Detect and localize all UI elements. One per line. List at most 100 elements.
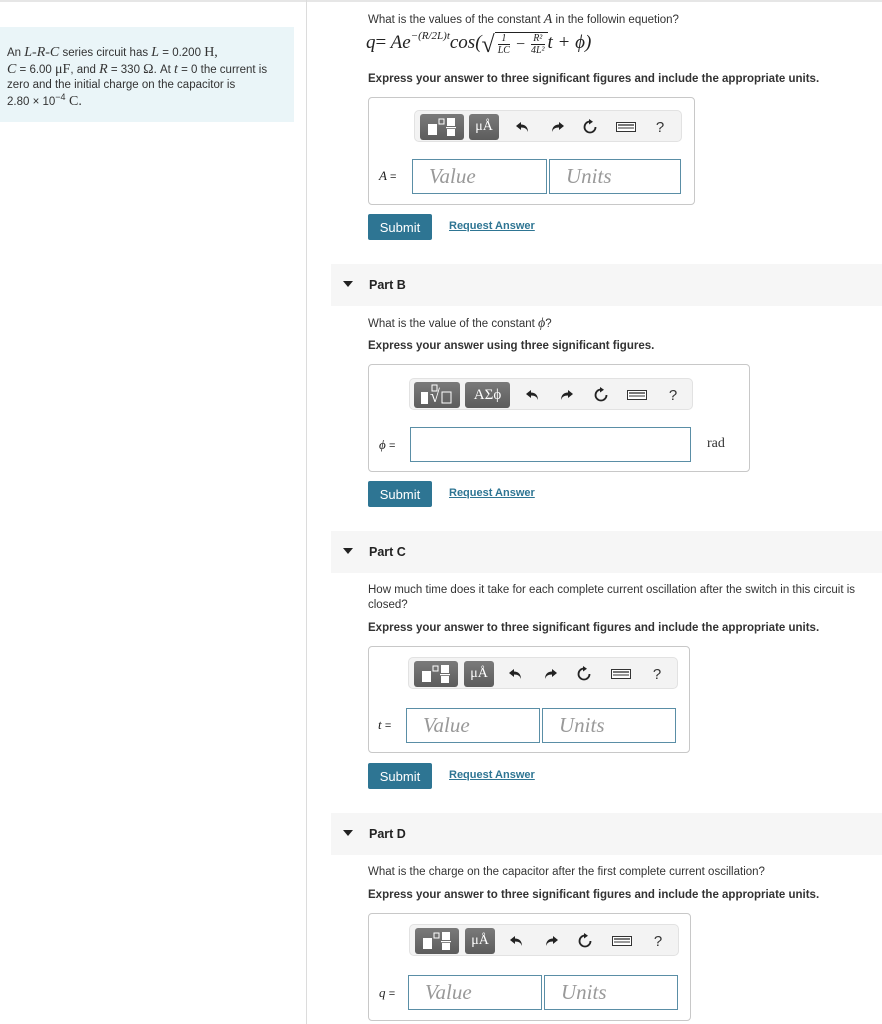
reset-icon[interactable] bbox=[581, 117, 599, 137]
undo-icon[interactable] bbox=[514, 117, 532, 137]
undo-icon[interactable] bbox=[508, 931, 526, 951]
partC-question: How much time does it take for each comp… bbox=[368, 584, 856, 611]
caret-down-icon bbox=[343, 548, 353, 554]
math-toolbar: μÅ ? bbox=[408, 657, 678, 689]
partD-answer-box: μÅ ? q = Value Units bbox=[368, 913, 691, 1021]
equals-sign: = bbox=[388, 988, 396, 1000]
keyboard-icon[interactable] bbox=[615, 117, 637, 137]
intro-C-unit: μF bbox=[55, 61, 71, 77]
eq-cos: cos( bbox=[449, 32, 482, 53]
partB-submit-button[interactable]: Submit bbox=[368, 481, 432, 507]
reset-icon[interactable] bbox=[576, 931, 594, 951]
redo-icon[interactable] bbox=[557, 385, 575, 405]
intro-L-unit: H, bbox=[204, 45, 218, 60]
math-toolbar: μÅ ? bbox=[414, 110, 682, 142]
math-toolbar: √ ΑΣϕ ? bbox=[409, 378, 693, 410]
templates-button[interactable] bbox=[414, 661, 458, 687]
value-input[interactable]: Value bbox=[408, 975, 542, 1010]
intro-circuit-type: L-R-C bbox=[24, 45, 60, 60]
equals-sign: = bbox=[389, 171, 397, 183]
undo-icon[interactable] bbox=[507, 664, 525, 684]
keyboard-icon[interactable] bbox=[610, 664, 632, 684]
keyboard-icon[interactable] bbox=[626, 385, 648, 405]
help-icon[interactable]: ? bbox=[664, 385, 682, 405]
column-divider bbox=[306, 0, 307, 1024]
var-symbol: t bbox=[378, 717, 382, 732]
intro-R-value: = 330 bbox=[107, 63, 144, 76]
templates-button[interactable] bbox=[420, 114, 464, 140]
intro-charge-mantissa: 2.80 × 10 bbox=[7, 95, 56, 108]
units-input[interactable]: Units bbox=[542, 708, 676, 743]
eq-exponent: −(R/2L)t bbox=[410, 30, 450, 42]
value-input[interactable]: Value bbox=[412, 159, 547, 194]
value-input[interactable]: Value bbox=[406, 708, 540, 743]
partA-var-label: A = bbox=[379, 168, 396, 184]
partB-header[interactable]: Part B bbox=[331, 264, 882, 306]
question-text: What is the value of the constant bbox=[368, 318, 539, 330]
reset-icon[interactable] bbox=[592, 385, 610, 405]
templates-icon bbox=[423, 932, 451, 950]
help-icon[interactable]: ? bbox=[651, 117, 669, 137]
partC-var-label: t = bbox=[378, 717, 391, 733]
intro-text: . At bbox=[153, 63, 175, 76]
undo-icon[interactable] bbox=[524, 385, 542, 405]
templates-button[interactable] bbox=[415, 928, 459, 954]
units-input[interactable]: Units bbox=[544, 975, 678, 1010]
help-icon[interactable]: ? bbox=[648, 664, 666, 684]
partB-instruction: Express your answer using three signific… bbox=[368, 340, 655, 352]
intro-R-symbol: R bbox=[99, 61, 108, 77]
intro-L-value: = 0.200 bbox=[159, 47, 205, 59]
partB-question: What is the value of the constant ϕ? bbox=[368, 316, 552, 332]
sqrt-symbol: √ bbox=[481, 32, 495, 58]
var-symbol: ϕ bbox=[379, 437, 386, 452]
partB-request-answer-link[interactable]: Request Answer bbox=[449, 487, 535, 499]
intro-charge-unit: C. bbox=[65, 93, 82, 109]
redo-icon[interactable] bbox=[548, 117, 566, 137]
partB-title: Part B bbox=[369, 278, 406, 292]
partC-header[interactable]: Part C bbox=[331, 531, 882, 573]
partB-var-label: ϕ = bbox=[379, 437, 395, 453]
eq-lhs: q bbox=[366, 32, 376, 53]
problem-statement: An L-R-C series circuit has L = 0.200 H,… bbox=[0, 27, 294, 122]
intro-L-symbol: L bbox=[151, 45, 160, 60]
redo-icon[interactable] bbox=[541, 664, 559, 684]
templates-icon bbox=[428, 118, 456, 136]
units-input[interactable]: Units bbox=[549, 159, 681, 194]
partD-title: Part D bbox=[369, 827, 406, 841]
templates-button[interactable]: √ bbox=[414, 382, 460, 408]
partC-title: Part C bbox=[369, 545, 406, 559]
templates-icon bbox=[422, 665, 450, 683]
help-icon[interactable]: ? bbox=[649, 931, 667, 951]
partC-submit-button[interactable]: Submit bbox=[368, 763, 432, 789]
var-symbol: q bbox=[379, 985, 386, 1000]
units-button[interactable]: μÅ bbox=[469, 114, 499, 140]
partA-answer-box: μÅ ? A = Value Units bbox=[368, 97, 695, 205]
question-text: What is the values of the constant bbox=[368, 14, 544, 26]
intro-R-unit: Ω bbox=[143, 61, 154, 77]
intro-charge-exponent: −4 bbox=[55, 91, 66, 102]
units-button[interactable]: μÅ bbox=[464, 661, 494, 687]
intro-text: series circuit has bbox=[59, 47, 152, 59]
partC-instruction: Express your answer to three significant… bbox=[368, 622, 820, 634]
question-text: ? bbox=[545, 318, 552, 330]
partD-header[interactable]: Part D bbox=[331, 813, 882, 855]
greek-symbols-button[interactable]: ΑΣϕ bbox=[465, 382, 510, 408]
unit-label: rad bbox=[707, 436, 725, 451]
units-button[interactable]: μÅ bbox=[465, 928, 495, 954]
partD-var-label: q = bbox=[379, 985, 395, 1001]
phi-value-input[interactable] bbox=[410, 427, 691, 462]
reset-icon[interactable] bbox=[575, 664, 593, 684]
intro-text: An bbox=[7, 47, 25, 59]
partC-request-answer-link[interactable]: Request Answer bbox=[449, 769, 535, 781]
eq-minus: − bbox=[511, 35, 529, 53]
eq-frac1: 1 LC bbox=[497, 33, 510, 56]
partA-submit-button[interactable]: Submit bbox=[368, 214, 432, 240]
redo-icon[interactable] bbox=[542, 931, 560, 951]
eq-frac2: R² 4L² bbox=[530, 33, 545, 56]
frac1-den: LC bbox=[497, 44, 510, 56]
equals-sign: = bbox=[388, 440, 396, 452]
intro-C-value: = 6.00 bbox=[16, 63, 56, 76]
partA-request-answer-link[interactable]: Request Answer bbox=[449, 220, 535, 232]
question-text: in the followin equetion? bbox=[552, 14, 679, 26]
keyboard-icon[interactable] bbox=[611, 931, 633, 951]
